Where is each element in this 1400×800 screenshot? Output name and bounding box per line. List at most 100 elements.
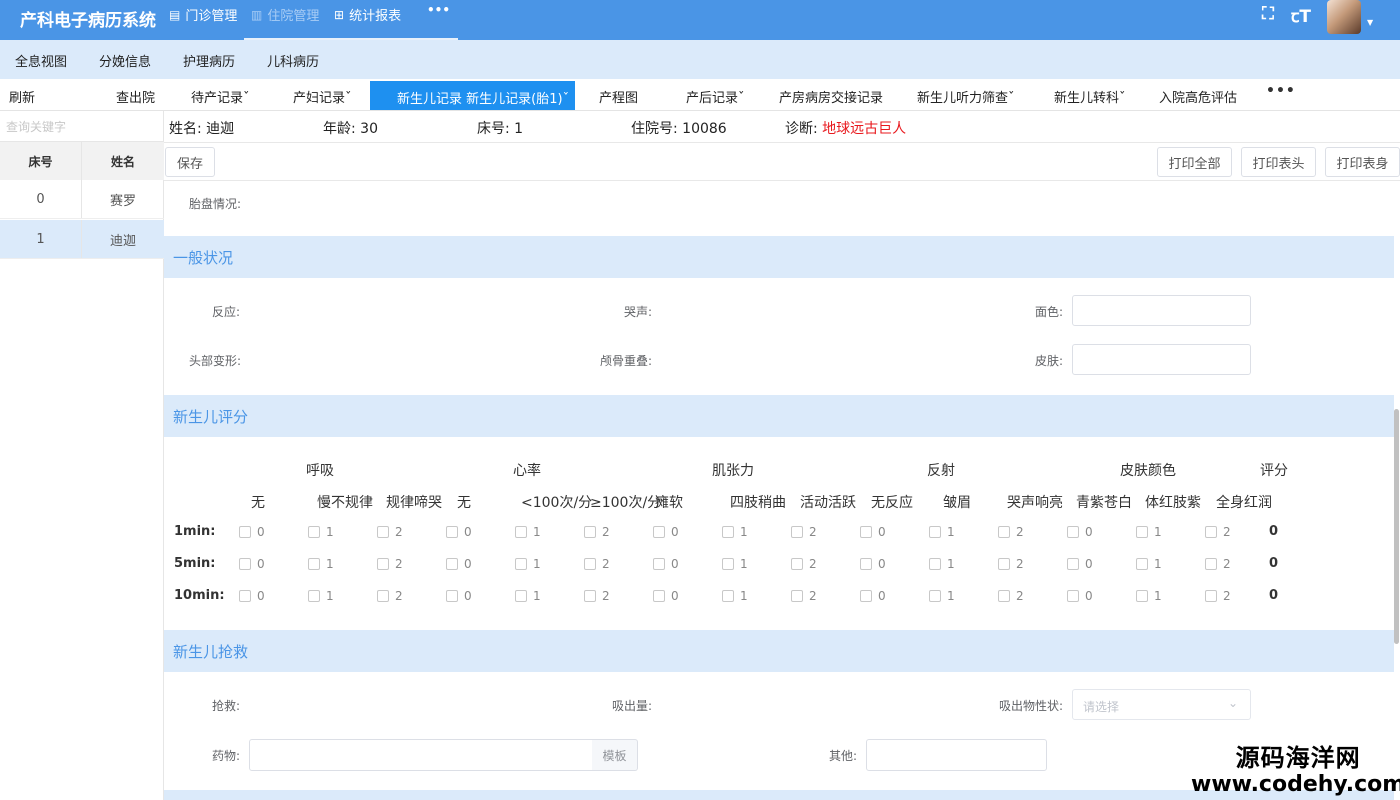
score-checkbox[interactable]: 0 — [860, 557, 886, 571]
checkbox-box[interactable] — [722, 558, 734, 570]
tab-labor-record[interactable]: 待产记录ˇ — [191, 87, 250, 106]
checkbox-box[interactable] — [515, 558, 527, 570]
font-size-icon[interactable]: ꞇT — [1291, 4, 1311, 27]
checkbox-box[interactable] — [929, 526, 941, 538]
checkbox-box[interactable] — [791, 590, 803, 602]
score-checkbox[interactable]: 0 — [446, 557, 472, 571]
checkbox-box[interactable] — [584, 526, 596, 538]
checkbox-box[interactable] — [308, 558, 320, 570]
tab-high-risk-assessment[interactable]: 入院高危评估 — [1159, 87, 1237, 106]
score-checkbox[interactable]: 1 — [515, 589, 541, 603]
score-checkbox[interactable]: 2 — [791, 525, 817, 539]
checkbox-box[interactable] — [1067, 558, 1079, 570]
score-checkbox[interactable]: 0 — [239, 557, 265, 571]
checkbox-box[interactable] — [1067, 526, 1079, 538]
checkbox-box[interactable] — [791, 526, 803, 538]
table-row[interactable]: 1 迪迦 — [0, 220, 164, 259]
checkbox-box[interactable] — [860, 526, 872, 538]
checkbox-box[interactable] — [515, 590, 527, 602]
checkbox-box[interactable] — [1205, 526, 1217, 538]
score-checkbox[interactable]: 1 — [515, 557, 541, 571]
score-checkbox[interactable]: 1 — [308, 589, 334, 603]
score-checkbox[interactable]: 1 — [722, 589, 748, 603]
score-checkbox[interactable]: 2 — [1205, 557, 1231, 571]
checkbox-box[interactable] — [239, 558, 251, 570]
checkbox-box[interactable] — [377, 526, 389, 538]
tab-hearing-screening[interactable]: 新生儿听力筛查ˇ — [917, 87, 1015, 106]
score-checkbox[interactable]: 1 — [1136, 557, 1162, 571]
checkbox-box[interactable] — [929, 558, 941, 570]
chevron-down-icon[interactable]: ▼ — [1367, 18, 1373, 27]
score-checkbox[interactable]: 2 — [584, 589, 610, 603]
checkbox-box[interactable] — [446, 558, 458, 570]
checkbox-box[interactable] — [1136, 558, 1148, 570]
score-checkbox[interactable]: 1 — [929, 557, 955, 571]
checkbox-box[interactable] — [653, 590, 665, 602]
score-checkbox[interactable]: 1 — [308, 557, 334, 571]
score-checkbox[interactable]: 0 — [653, 557, 679, 571]
score-checkbox[interactable]: 1 — [929, 589, 955, 603]
checkbox-box[interactable] — [584, 590, 596, 602]
score-checkbox[interactable]: 1 — [308, 525, 334, 539]
score-checkbox[interactable]: 2 — [1205, 589, 1231, 603]
checkbox-box[interactable] — [998, 526, 1010, 538]
score-checkbox[interactable]: 0 — [860, 525, 886, 539]
score-checkbox[interactable]: 1 — [722, 557, 748, 571]
checkbox-box[interactable] — [1136, 526, 1148, 538]
score-checkbox[interactable]: 2 — [998, 557, 1024, 571]
checkbox-box[interactable] — [929, 590, 941, 602]
checkbox-box[interactable] — [1205, 558, 1217, 570]
menu-item-pediatric[interactable]: 儿科病历 — [267, 51, 319, 70]
tab-handover-record[interactable]: 产房病房交接记录 — [779, 87, 883, 106]
face-color-input[interactable] — [1072, 295, 1251, 326]
checkbox-box[interactable] — [860, 558, 872, 570]
score-checkbox[interactable]: 2 — [377, 589, 403, 603]
checkbox-box[interactable] — [239, 590, 251, 602]
score-checkbox[interactable]: 2 — [1205, 525, 1231, 539]
menu-item-nursing[interactable]: 护理病历 — [183, 51, 235, 70]
score-checkbox[interactable]: 0 — [653, 589, 679, 603]
score-checkbox[interactable]: 2 — [584, 525, 610, 539]
score-checkbox[interactable]: 2 — [584, 557, 610, 571]
checkbox-box[interactable] — [239, 526, 251, 538]
print-header-button[interactable]: 打印表头 — [1241, 147, 1316, 177]
score-checkbox[interactable]: 1 — [929, 525, 955, 539]
fullscreen-icon[interactable]: ⛶ — [1262, 4, 1274, 24]
score-checkbox[interactable]: 0 — [239, 525, 265, 539]
score-checkbox[interactable]: 0 — [239, 589, 265, 603]
score-checkbox[interactable]: 0 — [653, 525, 679, 539]
content-scrollbar[interactable] — [1394, 409, 1399, 644]
checkbox-box[interactable] — [998, 590, 1010, 602]
refresh-button[interactable]: 刷新 — [9, 87, 35, 106]
nav-item-statistics[interactable]: ⊞ 统计报表 — [334, 5, 401, 25]
checkbox-box[interactable] — [584, 558, 596, 570]
menu-item-overview[interactable]: 全息视图 — [15, 51, 67, 70]
score-checkbox[interactable]: 2 — [998, 525, 1024, 539]
other-input[interactable] — [866, 739, 1047, 771]
table-row[interactable]: 0 赛罗 — [0, 180, 164, 219]
tab-postpartum-record[interactable]: 产后记录ˇ — [686, 87, 745, 106]
checkbox-box[interactable] — [515, 526, 527, 538]
checkbox-box[interactable] — [998, 558, 1010, 570]
checkbox-box[interactable] — [791, 558, 803, 570]
tab-partograph[interactable]: 产程图 — [599, 87, 638, 106]
checkbox-box[interactable] — [860, 590, 872, 602]
score-checkbox[interactable]: 2 — [791, 557, 817, 571]
skin-input[interactable] — [1072, 344, 1251, 375]
checkbox-box[interactable] — [308, 590, 320, 602]
nav-item-outpatient[interactable]: ▤ 门诊管理 — [169, 5, 237, 25]
template-button[interactable]: 模板 — [592, 739, 638, 771]
score-checkbox[interactable]: 1 — [515, 525, 541, 539]
avatar[interactable] — [1327, 0, 1361, 34]
save-button[interactable]: 保存 — [165, 147, 215, 177]
checkbox-box[interactable] — [722, 526, 734, 538]
discharge-query-button[interactable]: 查出院 — [116, 87, 155, 106]
score-checkbox[interactable]: 2 — [998, 589, 1024, 603]
checkbox-box[interactable] — [377, 590, 389, 602]
suction-nature-select[interactable]: 请选择 ⌄ — [1072, 689, 1251, 720]
menu-item-delivery[interactable]: 分娩信息 — [99, 51, 151, 70]
score-checkbox[interactable]: 0 — [446, 589, 472, 603]
checkbox-box[interactable] — [446, 526, 458, 538]
checkbox-box[interactable] — [1205, 590, 1217, 602]
score-checkbox[interactable]: 0 — [1067, 557, 1093, 571]
